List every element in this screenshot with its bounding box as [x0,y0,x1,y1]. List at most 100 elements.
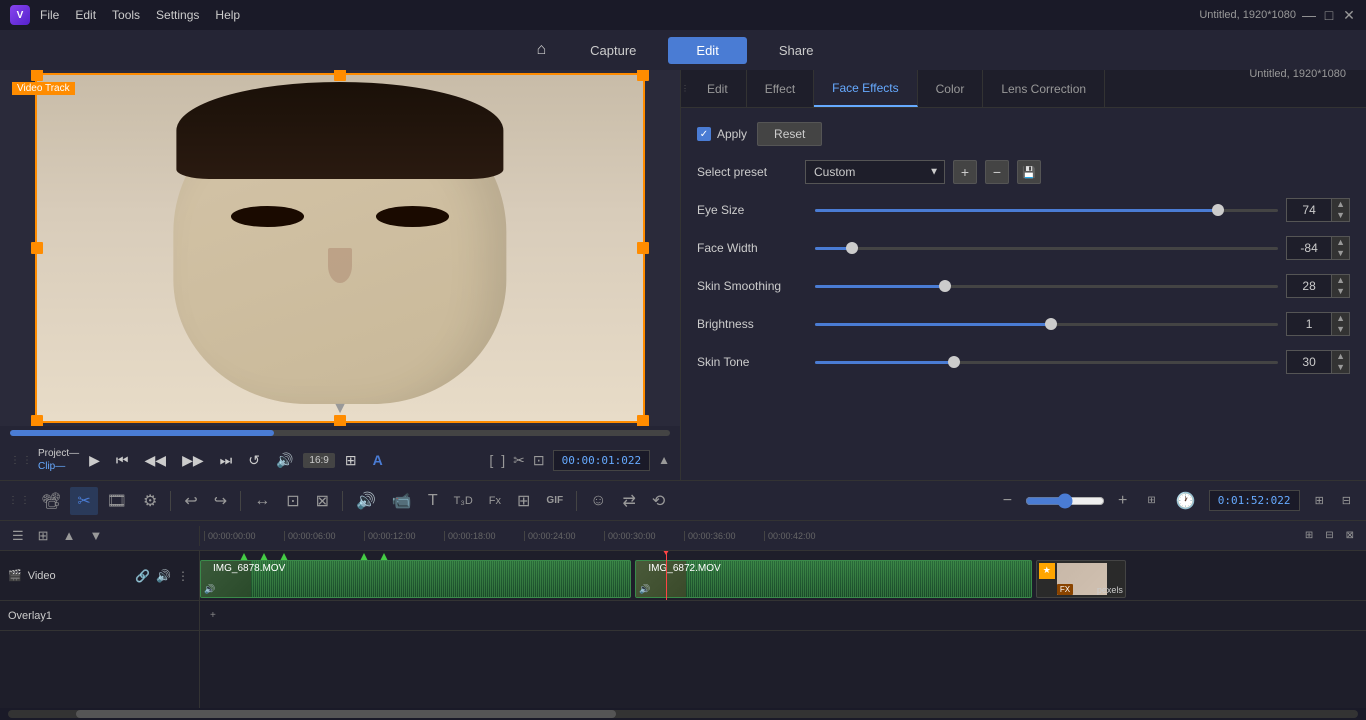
volume-button[interactable]: 🔊 [270,448,299,473]
skin-tone-input[interactable] [1287,351,1331,373]
text-anim-button[interactable]: T₃D [447,491,480,511]
fit-to-width-button[interactable]: ↔ [247,488,277,514]
home-button[interactable]: ⌂ [524,35,558,65]
eye-size-input[interactable] [1287,199,1331,221]
fx-button[interactable]: Fx [482,491,508,511]
timeline-view-btn-3[interactable]: ⊠ [1342,528,1358,543]
play-button[interactable]: ▶ [83,448,106,473]
media-tool[interactable]: 📽 [34,487,68,515]
skin-tone-up[interactable]: ▲ [1332,351,1349,362]
menu-help[interactable]: Help [215,8,240,22]
face-width-down[interactable]: ▼ [1332,248,1349,259]
transform-button[interactable]: ⟲ [645,487,672,515]
undo-button[interactable]: ↩ [177,487,204,515]
nav-share[interactable]: Share [751,37,842,64]
track-add-button[interactable]: ☰ [8,526,28,546]
menu-settings[interactable]: Settings [156,8,199,22]
handle-bottom-left[interactable] [31,415,43,426]
audio-button[interactable]: 🔊 [349,487,383,515]
handle-top-mid[interactable] [334,70,346,81]
close-button[interactable]: ✕ [1342,8,1356,22]
timecode-spinner-up[interactable]: ▲ [658,453,670,467]
menu-edit[interactable]: Edit [75,8,96,22]
handle-bottom-right[interactable] [637,415,649,426]
track-settings-button[interactable]: ⊟ [1335,490,1358,511]
scissors-icon[interactable]: ✂ [513,452,525,469]
effects-tool[interactable]: ⚙ [136,487,164,515]
timeline-scrollbar[interactable] [8,710,1358,718]
tab-edit[interactable]: Edit [689,70,747,107]
eye-size-down[interactable]: ▼ [1332,210,1349,221]
preset-select[interactable]: Custom Natural Smooth Bright [805,160,945,184]
eye-size-slider[interactable] [815,209,1278,212]
skin-smoothing-input[interactable] [1287,275,1331,297]
brightness-slider[interactable] [815,323,1278,326]
clip-pexels[interactable]: ★ pexels FX [1036,560,1126,598]
zoom-out-button[interactable]: − [996,488,1019,514]
tab-color[interactable]: Color [918,70,984,107]
loop-button[interactable]: ↺ [242,448,266,473]
skin-smoothing-thumb[interactable] [939,280,951,292]
crop-button[interactable]: ⊠ [309,487,336,515]
brightness-input[interactable] [1287,313,1331,335]
redo-button[interactable]: ↪ [207,487,234,515]
overlay-button[interactable]: ⊞ [510,487,537,515]
copy-icon[interactable]: ⊡ [533,452,545,469]
track-more-button[interactable]: ⋮ [175,567,191,585]
apply-checkbox-label[interactable]: ✓ Apply [697,127,747,141]
clip-img-6872[interactable]: IMG_6872.MOV 🔊 [635,560,1031,598]
gif-button[interactable]: GIF [539,491,570,510]
menu-tools[interactable]: Tools [112,8,140,22]
nav-edit[interactable]: Edit [668,37,746,64]
nav-capture[interactable]: Capture [562,37,664,64]
fit-timeline-button[interactable]: ⊞ [1140,491,1162,510]
panel-scroll-left[interactable]: ⋮ [681,70,689,107]
fit-button[interactable]: ⊡ [279,487,306,515]
brightness-up[interactable]: ▲ [1332,313,1349,324]
timeline-view-btn-2[interactable]: ⊟ [1321,528,1337,543]
handle-top-left[interactable] [31,70,43,81]
track-link-button[interactable]: 🔗 [133,567,152,585]
face-width-up[interactable]: ▲ [1332,237,1349,248]
zoom-slider[interactable] [1025,493,1105,509]
handle-mid-right[interactable] [637,242,649,254]
edit-tool[interactable]: ✂ [70,487,97,515]
tab-face-effects[interactable]: Face Effects [814,70,917,107]
track-mute-button[interactable]: 🔊 [154,567,173,585]
handle-mid-left[interactable] [31,242,43,254]
handle-top-right[interactable] [637,70,649,81]
add-track-button[interactable]: ⊞ [1308,490,1331,511]
skin-tone-thumb[interactable] [948,356,960,368]
bracket-left-icon[interactable]: [ [489,452,493,468]
timeline-view-btn-1[interactable]: ⊞ [1301,528,1317,543]
skin-smoothing-up[interactable]: ▲ [1332,275,1349,286]
aspect-button[interactable]: ⊞ [339,448,363,473]
progress-bar[interactable] [10,430,670,436]
bracket-right-icon[interactable]: ] [501,452,505,468]
step-fwd-button[interactable]: ▶▶ [176,448,210,473]
brightness-down[interactable]: ▼ [1332,324,1349,335]
maximize-button[interactable]: □ [1322,8,1336,22]
eye-size-thumb[interactable] [1212,204,1224,216]
reset-button[interactable]: Reset [757,122,822,146]
tab-effect[interactable]: Effect [747,70,814,107]
track-expand-button[interactable]: ▲ [59,526,80,545]
clip-img-6878[interactable]: IMG_6878.MOV 🔊 [200,560,631,598]
go-end-button[interactable]: ⏭ [214,448,239,473]
skin-tone-down[interactable]: ▼ [1332,362,1349,373]
face-width-slider[interactable] [815,247,1278,250]
face-width-thumb[interactable] [846,242,858,254]
face-width-input[interactable] [1287,237,1331,259]
motion-tool[interactable]: 🎞 [100,487,134,515]
save-preset-button[interactable]: 💾 [1017,160,1041,184]
skin-smoothing-down[interactable]: ▼ [1332,286,1349,297]
go-start-button[interactable]: ⏮ [110,448,135,473]
zoom-in-button[interactable]: + [1111,488,1134,514]
font-button[interactable]: A [367,448,389,472]
camera-button[interactable]: 📹 [385,487,419,515]
eye-size-up[interactable]: ▲ [1332,199,1349,210]
title-button[interactable]: T [421,488,445,514]
track-collapse-button[interactable]: ▼ [85,526,106,545]
brightness-thumb[interactable] [1045,318,1057,330]
tab-lens-correction[interactable]: Lens Correction [983,70,1105,107]
